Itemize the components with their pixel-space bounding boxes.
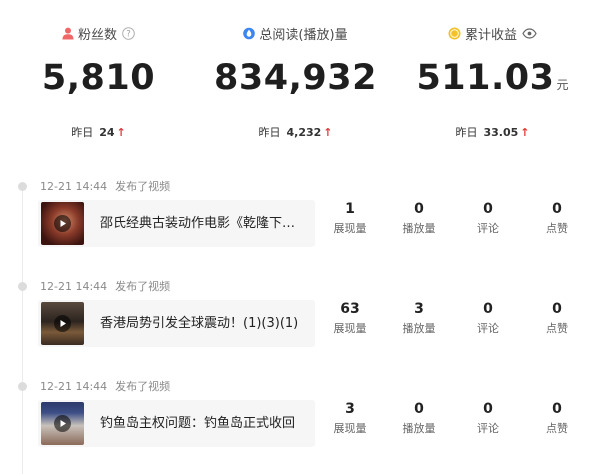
- stat-yesterday: 昨日 24 ↑: [0, 124, 197, 140]
- video-title[interactable]: 钓鱼岛主权问题：钓鱼岛正式收回: [100, 415, 305, 432]
- play-icon[interactable]: [54, 315, 71, 332]
- metric-label: 展现量: [333, 322, 367, 335]
- yesterday-value: 33.05: [483, 125, 519, 139]
- metric-value: 0: [483, 301, 493, 317]
- metric-value: 0: [552, 301, 562, 317]
- metric-comments: 0 评论: [458, 300, 518, 336]
- stat-reads-header: 总阅读(播放)量: [197, 24, 394, 43]
- stat-label: 粉丝数: [77, 27, 117, 43]
- metric-value: 0: [552, 401, 562, 417]
- coin-icon: [448, 27, 461, 40]
- metric-plays: 0 播放量: [389, 400, 449, 436]
- metric-value: 0: [483, 401, 493, 417]
- feed-meta: 12-21 14:44 发布了视频: [40, 379, 170, 394]
- metric-likes: 0 点赞: [527, 300, 587, 336]
- metric-label: 评论: [477, 222, 499, 235]
- stat-label: 累计收益: [464, 27, 517, 43]
- metric-label: 评论: [477, 422, 499, 435]
- feed-action: 发布了视频: [115, 280, 171, 293]
- creator-dashboard: 粉丝数 ? 5,810 昨日 24 ↑ 总阅读(播放)量 834,932 昨日 …: [0, 0, 592, 474]
- yesterday-value: 4,232: [286, 125, 322, 139]
- metric-impressions: 63 展现量: [320, 300, 380, 336]
- metric-value: 3: [345, 401, 355, 417]
- metric-label: 点赞: [546, 222, 568, 235]
- stat-yesterday: 昨日 4,232 ↑: [197, 124, 394, 140]
- video-title[interactable]: 香港局势引发全球震动！(1)(3)(1): [100, 315, 305, 332]
- metric-value: 3: [414, 301, 424, 317]
- yesterday-label: 昨日: [71, 126, 94, 139]
- arrow-up-icon: ↑: [116, 125, 126, 139]
- stat-value: 5,810: [41, 58, 156, 98]
- metric-impressions: 3 展现量: [320, 400, 380, 436]
- video-thumbnail[interactable]: [41, 302, 84, 345]
- metric-likes: 0 点赞: [527, 200, 587, 236]
- metric-label: 点赞: [546, 322, 568, 335]
- user-icon: [62, 27, 74, 40]
- metric-value: 63: [340, 301, 360, 317]
- feed-item: 12-21 14:44 发布了视频 香港局势引发全球震动！(1)(3)(1) 63…: [0, 279, 592, 354]
- timeline-dot: [18, 282, 27, 291]
- arrow-up-icon: ↑: [323, 125, 333, 139]
- svg-text:?: ?: [126, 29, 131, 39]
- stat-earnings-header: 累计收益: [394, 24, 591, 43]
- stat-value: 511.03 元: [416, 58, 569, 98]
- metric-value: 0: [414, 201, 424, 217]
- metric-label: 播放量: [402, 222, 436, 235]
- video-thumbnail[interactable]: [41, 202, 84, 245]
- metric-impressions: 1 展现量: [320, 200, 380, 236]
- stat-fans-header: 粉丝数 ?: [0, 24, 197, 43]
- metric-likes: 0 点赞: [527, 400, 587, 436]
- video-title[interactable]: 邵氏经典古装动作电影《乾隆下江南》: [100, 215, 305, 232]
- feed-time: 12-21 14:44: [40, 180, 108, 193]
- video-card[interactable]: 香港局势引发全球震动！(1)(3)(1): [38, 300, 315, 347]
- stat-yesterday: 昨日 33.05 ↑: [394, 124, 591, 140]
- yesterday-label: 昨日: [258, 126, 281, 139]
- stat-value: 834,932: [214, 58, 377, 98]
- metric-comments: 0 评论: [458, 200, 518, 236]
- metric-label: 播放量: [402, 422, 436, 435]
- metric-plays: 0 播放量: [389, 200, 449, 236]
- timeline-dot: [18, 382, 27, 391]
- metric-value: 0: [483, 201, 493, 217]
- feed-time: 12-21 14:44: [40, 380, 108, 393]
- metric-plays: 3 播放量: [389, 300, 449, 336]
- drop-icon: [243, 27, 256, 40]
- stat-label: 总阅读(播放)量: [259, 27, 348, 43]
- feed-meta: 12-21 14:44 发布了视频: [40, 279, 170, 294]
- feed-meta: 12-21 14:44 发布了视频: [40, 179, 170, 194]
- metric-value: 0: [414, 401, 424, 417]
- yesterday-value: 24: [99, 125, 115, 139]
- metric-label: 展现量: [333, 222, 367, 235]
- metric-label: 展现量: [333, 422, 367, 435]
- video-card[interactable]: 钓鱼岛主权问题：钓鱼岛正式收回: [38, 400, 315, 447]
- video-card[interactable]: 邵氏经典古装动作电影《乾隆下江南》: [38, 200, 315, 247]
- yesterday-label: 昨日: [455, 126, 478, 139]
- metric-value: 0: [552, 201, 562, 217]
- feed-action: 发布了视频: [115, 180, 171, 193]
- eye-icon[interactable]: [522, 27, 537, 39]
- stat-unit: 元: [556, 78, 569, 92]
- video-thumbnail[interactable]: [41, 402, 84, 445]
- timeline-dot: [18, 182, 27, 191]
- feed-item: 12-21 14:44 发布了视频 邵氏经典古装动作电影《乾隆下江南》 1 展现量 …: [0, 179, 592, 254]
- metric-label: 点赞: [546, 422, 568, 435]
- arrow-up-icon: ↑: [520, 125, 530, 139]
- play-icon[interactable]: [54, 215, 71, 232]
- metric-label: 播放量: [402, 322, 436, 335]
- feed-time: 12-21 14:44: [40, 280, 108, 293]
- metric-value: 1: [345, 201, 355, 217]
- feed-action: 发布了视频: [115, 380, 171, 393]
- play-icon[interactable]: [54, 415, 71, 432]
- metric-label: 评论: [477, 322, 499, 335]
- metric-comments: 0 评论: [458, 400, 518, 436]
- feed-item: 12-21 14:44 发布了视频 钓鱼岛主权问题：钓鱼岛正式收回 3 展现量 0 播…: [0, 379, 592, 454]
- help-icon[interactable]: ?: [122, 26, 135, 40]
